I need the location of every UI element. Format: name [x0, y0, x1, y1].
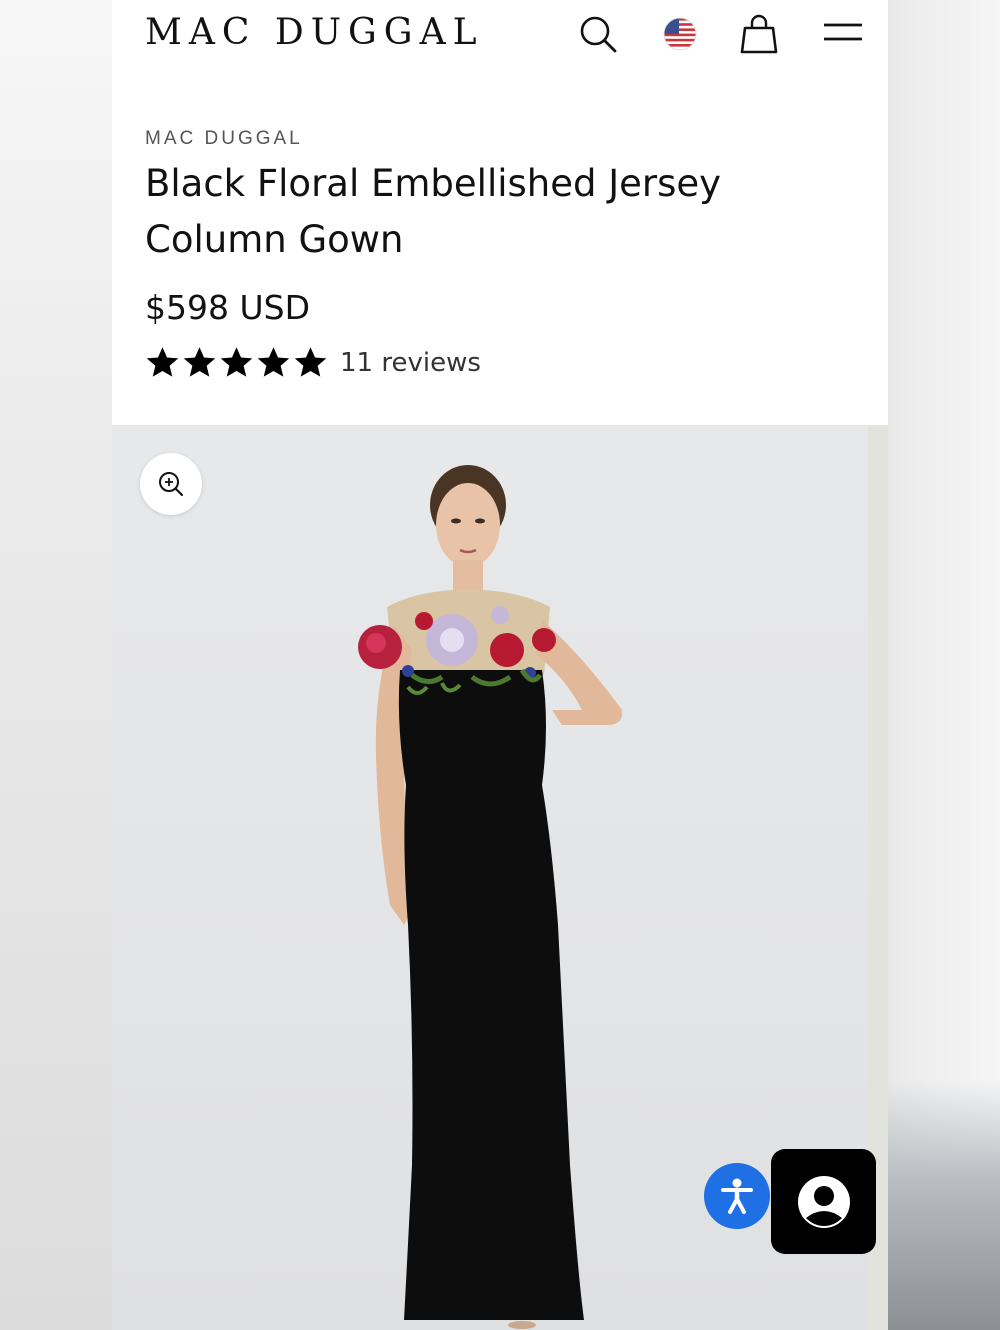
product-info: MAC DUGGAL Black Floral Embellished Jers… — [145, 128, 845, 380]
rating-stars — [145, 345, 328, 380]
star-icon — [220, 347, 253, 377]
brand-logo[interactable]: MAC DUGGAL — [145, 12, 483, 53]
product-title: Black Floral Embellished Jersey Column G… — [145, 162, 722, 261]
shopping-bag-icon[interactable] — [737, 12, 781, 56]
site-header: MAC DUGGAL — [112, 0, 888, 70]
zoom-button[interactable] — [140, 453, 202, 515]
us-flag-icon[interactable] — [658, 12, 702, 56]
product-brand: MAC DUGGAL — [145, 128, 303, 149]
account-button[interactable] — [771, 1149, 876, 1254]
star-icon — [257, 347, 290, 377]
star-icon — [146, 347, 179, 377]
menu-icon[interactable] — [821, 12, 865, 56]
accessibility-icon — [721, 1178, 753, 1214]
product-price: $598 USD — [145, 288, 310, 327]
product-page: MAC DUGGAL MAC DUGGAL Black Floral Embel… — [112, 0, 888, 1330]
product-rating[interactable]: 11 reviews — [145, 345, 845, 380]
star-icon — [183, 347, 216, 377]
search-icon[interactable] — [576, 12, 620, 56]
accessibility-button[interactable] — [704, 1163, 770, 1229]
background-left — [0, 0, 112, 1330]
background-right-shade — [888, 1080, 1000, 1330]
reviews-link[interactable]: 11 reviews — [340, 348, 481, 378]
star-icon — [294, 347, 327, 377]
zoom-in-icon — [159, 472, 184, 497]
user-account-icon — [797, 1175, 850, 1228]
